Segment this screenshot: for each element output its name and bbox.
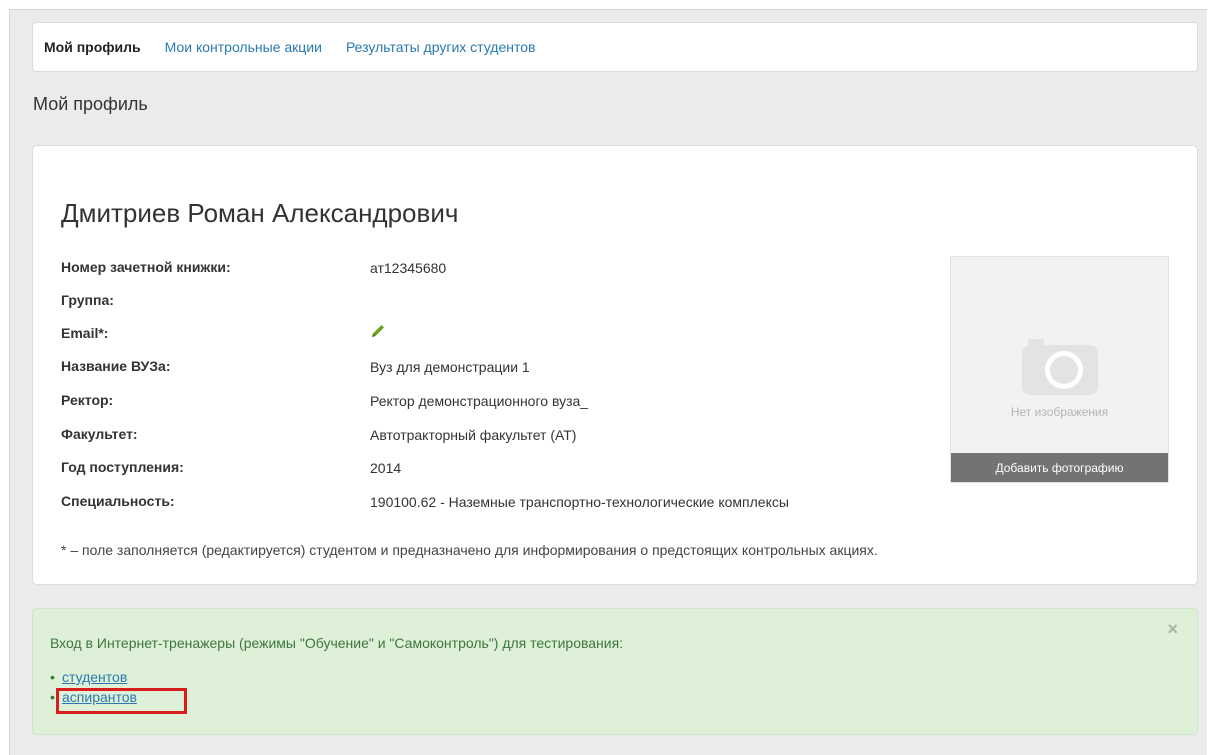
- no-image-text: Нет изображения: [1010, 405, 1109, 419]
- pencil-edit-icon[interactable]: [370, 323, 386, 342]
- field-value: 2014: [370, 460, 402, 476]
- close-icon[interactable]: ×: [1167, 619, 1178, 640]
- alert-message: Вход в Интернет-тренажеры (режимы "Обуче…: [50, 635, 624, 651]
- tab-my-profile[interactable]: Мой профиль: [44, 39, 141, 55]
- field-label: Номер зачетной книжки:: [61, 259, 231, 275]
- profile-card: Дмитриев Роман Александрович Номер зачет…: [32, 145, 1198, 585]
- field-label: Год поступления:: [61, 459, 184, 475]
- email-footnote: * – поле заполняется (редактируется) сту…: [61, 542, 878, 558]
- field-value: Ректор демонстрационного вуза_: [370, 393, 589, 409]
- field-value: 190100.62 - Наземные транспортно-техноло…: [370, 494, 789, 510]
- tab-other-students-results[interactable]: Результаты других студентов: [346, 39, 536, 55]
- trainer-access-alert: Вход в Интернет-тренажеры (режимы "Обуче…: [32, 608, 1198, 735]
- field-value: ат12345680: [370, 260, 447, 276]
- bullet-icon: •: [50, 669, 55, 685]
- profile-nav-tabs: Мой профиль Мои контрольные акции Резуль…: [32, 22, 1198, 72]
- field-label: Email*:: [61, 325, 109, 341]
- list-item: • студентов: [50, 667, 137, 687]
- camera-icon: [1020, 337, 1100, 402]
- field-label: Название ВУЗа:: [61, 358, 171, 374]
- field-value: Автотракторный факультет (АТ): [370, 427, 577, 443]
- tab-my-control-events[interactable]: Мои контрольные акции: [165, 39, 322, 55]
- add-photo-button[interactable]: Добавить фотографию: [951, 453, 1168, 482]
- student-name: Дмитриев Роман Александрович: [61, 198, 459, 228]
- field-label: Ректор:: [61, 392, 114, 408]
- field-label: Специальность:: [61, 493, 175, 509]
- page-title: Мой профиль: [33, 94, 148, 114]
- field-value: Вуз для демонстрации 1: [370, 359, 530, 375]
- profile-photo: Нет изображения Добавить фотографию: [950, 256, 1169, 483]
- field-label: Группа:: [61, 292, 114, 308]
- highlight-box: [56, 688, 187, 714]
- field-label: Факультет:: [61, 426, 138, 442]
- students-link[interactable]: студентов: [62, 669, 127, 685]
- bullet-icon: •: [50, 689, 55, 705]
